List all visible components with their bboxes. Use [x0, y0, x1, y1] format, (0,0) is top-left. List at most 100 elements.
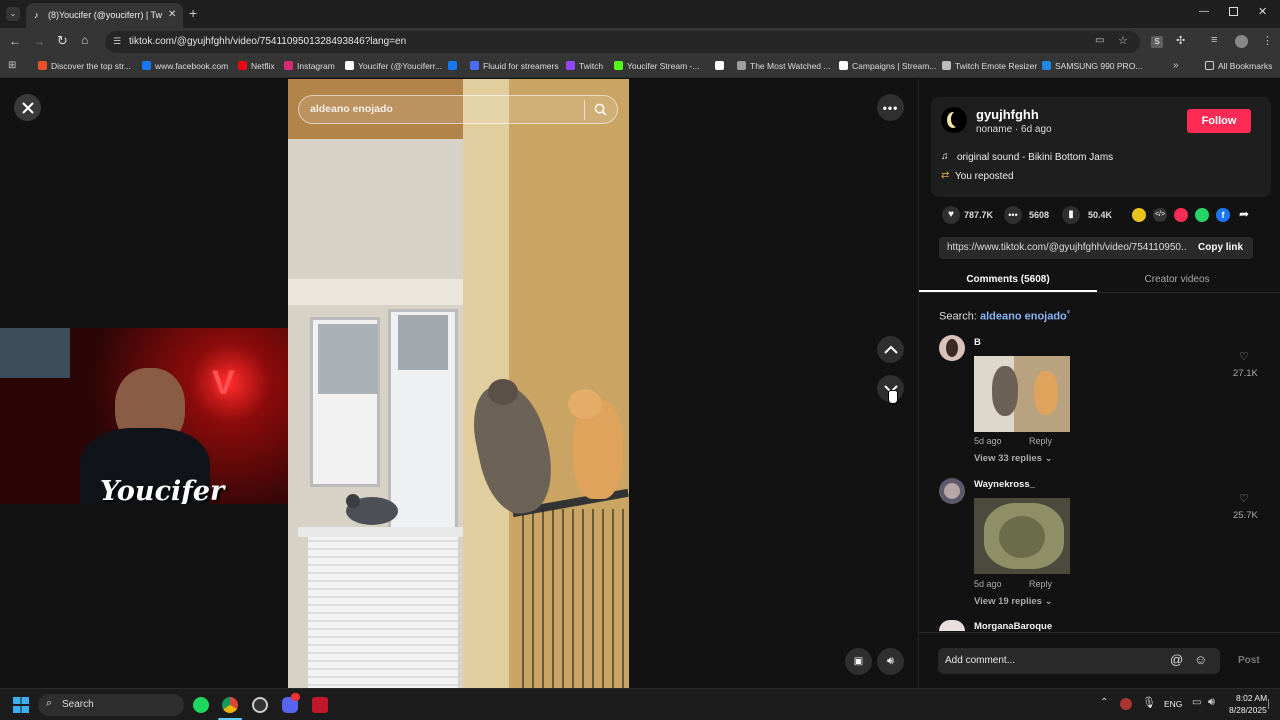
obs-icon[interactable]: [252, 697, 268, 713]
taskbar-search-box[interactable]: ⌕ Search: [38, 694, 184, 716]
site-info-icon[interactable]: ☰: [113, 36, 121, 47]
close-window-button[interactable]: ✕: [1258, 5, 1267, 18]
apps-grid-icon[interactable]: ⊞: [8, 60, 16, 71]
comment-username[interactable]: B: [974, 337, 981, 348]
browser-tab[interactable]: ♪ (8)Youcifer (@youciferr) | Tw ✕: [26, 3, 183, 28]
reply-button[interactable]: Reply: [1029, 579, 1052, 589]
tray-overflow-chevron-icon[interactable]: ⌃: [1100, 697, 1108, 708]
bookmark-item[interactable]: Netflix: [238, 61, 275, 71]
bookmark-item[interactable]: Campaigns | Stream...: [839, 61, 936, 71]
url-bar[interactable]: ☰ tiktok.com/@gyujhfghh/video/7541109501…: [105, 31, 1140, 53]
bookmark-item[interactable]: Youcifer (@Youciferr...: [345, 61, 442, 71]
bookmark-item[interactable]: Twitch Emote Resizer: [942, 61, 1037, 71]
comment-button[interactable]: ••• 5608: [1004, 206, 1064, 226]
more-options-button[interactable]: •••: [877, 94, 904, 121]
streamer-app-icon[interactable]: [312, 697, 328, 713]
bookmark-label: Twitch Emote Resizer: [955, 61, 1038, 71]
bookmark-item[interactable]: www.facebook.com: [142, 61, 228, 71]
facebook-icon[interactable]: f: [1216, 208, 1230, 222]
emoji-icon[interactable]: ☺: [1194, 652, 1207, 667]
follow-button[interactable]: Follow: [1187, 109, 1251, 133]
whatsapp-icon[interactable]: [1195, 208, 1209, 222]
comment-username[interactable]: MorganaBaroque: [974, 621, 1052, 632]
tab-creator-videos[interactable]: Creator videos: [1097, 267, 1257, 292]
send-to-friends-icon[interactable]: [1174, 208, 1188, 222]
search-icon[interactable]: [594, 103, 607, 116]
media-control-icon[interactable]: ≡: [1211, 34, 1217, 46]
profile-avatar[interactable]: [1235, 35, 1248, 48]
video-search-box[interactable]: aldeano enojado: [298, 95, 618, 124]
close-video-button[interactable]: [14, 94, 41, 121]
chevron-up-icon: [883, 345, 898, 354]
bookmark-item[interactable]: Youcifer Stream -...: [614, 61, 699, 71]
post-button[interactable]: Post: [1238, 655, 1260, 666]
bookmark-favicon-icon: [566, 61, 575, 70]
volume-icon[interactable]: 🔊︎: [1208, 696, 1215, 709]
spotify-icon[interactable]: [193, 697, 209, 713]
streamer-webcam: V Youcifer: [0, 328, 288, 504]
install-app-icon[interactable]: ▭: [1095, 35, 1104, 46]
view-replies-button[interactable]: View 19 replies ⌄: [974, 596, 1053, 607]
restore-button[interactable]: [1229, 7, 1238, 16]
bookmark-item[interactable]: Instagram: [284, 61, 335, 71]
language-indicator[interactable]: ENG: [1164, 699, 1182, 709]
home-icon[interactable]: ⌂: [81, 33, 88, 47]
previous-video-button[interactable]: [877, 336, 904, 363]
embed-icon[interactable]: </>: [1153, 208, 1167, 222]
comment-username[interactable]: Waynekross_: [974, 479, 1035, 490]
network-icon[interactable]: ▭: [1192, 697, 1201, 708]
browser-menu-icon[interactable]: ⋮: [1262, 34, 1273, 47]
save-button[interactable]: ▮ 50.4K: [1062, 206, 1122, 226]
volume-button[interactable]: 🔊︎: [877, 648, 904, 675]
like-button[interactable]: ♥ 787.7K: [937, 206, 997, 226]
clock-date[interactable]: 8/28/2025: [1229, 705, 1267, 715]
video-player[interactable]: aldeano enojado: [288, 79, 629, 688]
minimize-button[interactable]: —: [1199, 6, 1209, 17]
tab-search-button[interactable]: ⌄: [6, 7, 20, 21]
view-replies-button[interactable]: View 33 replies ⌄: [974, 453, 1053, 464]
tab-close-icon[interactable]: ✕: [168, 9, 176, 20]
mention-icon[interactable]: @: [1170, 652, 1183, 667]
sound-link[interactable]: original sound - Bikini Bottom Jams: [957, 152, 1113, 163]
reload-icon[interactable]: ↻: [57, 33, 68, 49]
bookmark-item[interactable]: Discover the top str...: [38, 61, 131, 71]
search-term-link[interactable]: aldeano enojado: [980, 311, 1067, 323]
comment-like-count: 25.7K: [1233, 510, 1258, 521]
comment-avatar[interactable]: [939, 335, 965, 361]
copy-link-button[interactable]: Copy link: [1198, 242, 1243, 253]
back-arrow-icon[interactable]: ←: [9, 34, 21, 48]
microphone-icon[interactable]: 🎙︎: [1142, 696, 1156, 709]
bookmark-item[interactable]: SAMSUNG 990 PRO...: [1042, 61, 1142, 71]
bookmark-item[interactable]: Fluuid for streamers: [470, 61, 559, 71]
like-count: 787.7K: [964, 210, 994, 220]
extension-s-icon[interactable]: S: [1151, 36, 1163, 48]
all-bookmarks-folder[interactable]: All Bookmarks: [1205, 61, 1272, 71]
discord-badge: [291, 693, 300, 701]
clock-time[interactable]: 8:02 AM: [1236, 693, 1267, 703]
chrome-icon[interactable]: [222, 697, 238, 713]
bookmark-item[interactable]: The Most Watched ...: [737, 61, 830, 71]
coin-share-icon[interactable]: [1132, 208, 1146, 222]
bookmarks-overflow-chevron-icon[interactable]: »: [1173, 60, 1179, 71]
comment-like-icon[interactable]: ♡: [1239, 350, 1249, 363]
comment-input[interactable]: Add comment... @ ☺: [938, 648, 1220, 674]
tab-comments[interactable]: Comments (5608): [919, 267, 1097, 292]
comment-like-icon[interactable]: ♡: [1239, 492, 1249, 505]
notification-bell-icon[interactable]: [1268, 699, 1274, 709]
author-username[interactable]: gyujhfghh: [976, 107, 1039, 122]
author-avatar[interactable]: [941, 107, 967, 133]
comment-avatar[interactable]: [939, 478, 965, 504]
tray-app-icon[interactable]: [1120, 698, 1132, 710]
bookmark-item[interactable]: Twitch: [566, 61, 603, 71]
bookmark-item[interactable]: [448, 61, 461, 71]
forward-arrow-icon[interactable]: →: [33, 34, 45, 48]
reply-button[interactable]: Reply: [1029, 436, 1052, 446]
comment-avatar[interactable]: [939, 620, 965, 631]
star-icon[interactable]: ☆: [1118, 34, 1128, 47]
share-arrow-icon[interactable]: ➦: [1239, 207, 1249, 221]
bookmark-item[interactable]: [715, 61, 728, 71]
extensions-puzzle-icon[interactable]: ✣: [1176, 34, 1185, 47]
share-link-text: https://www.tiktok.com/@gyujhfghh/video/…: [947, 242, 1187, 253]
new-tab-button[interactable]: +: [189, 5, 197, 21]
float-player-button[interactable]: ▣: [845, 648, 872, 675]
